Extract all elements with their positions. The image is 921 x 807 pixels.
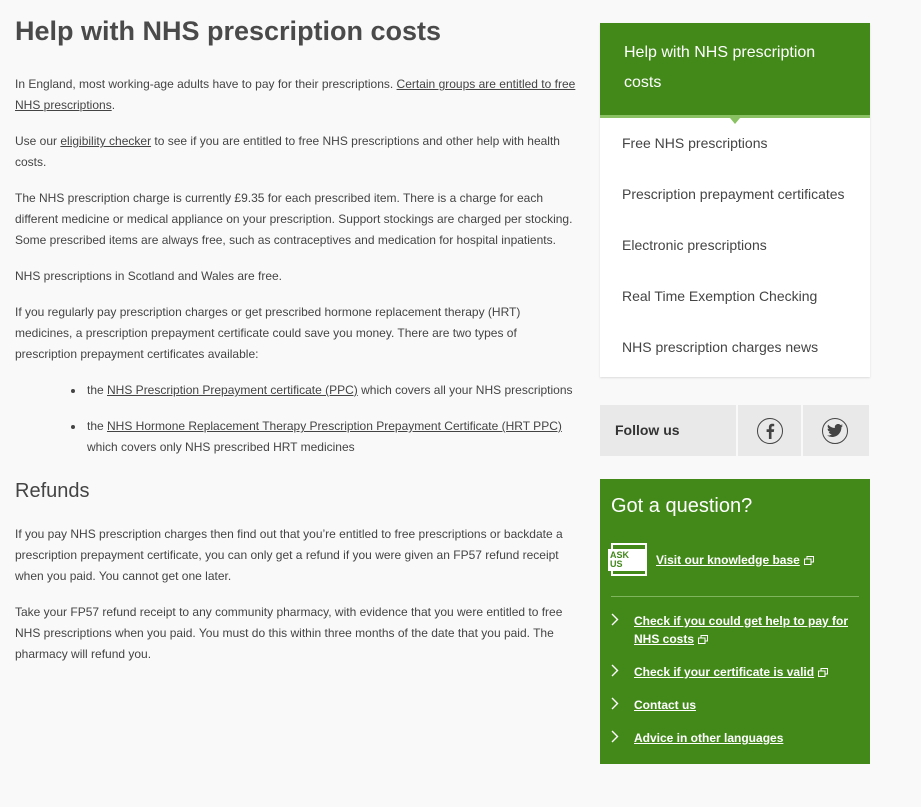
section-nav-title[interactable]: Help with NHS prescription costs bbox=[600, 23, 870, 124]
chevron-right-icon bbox=[611, 730, 619, 743]
knowledge-base-row: ASK US ? Visit our knowledge base bbox=[608, 543, 859, 576]
list-item: Advice in other languages bbox=[611, 729, 859, 747]
scotland-wales-paragraph: NHS prescriptions in Scotland and Wales … bbox=[15, 269, 283, 283]
nav-item-electronic-prescriptions[interactable]: Electronic prescriptions bbox=[600, 220, 870, 271]
charge-paragraph: The NHS prescription charge is currently… bbox=[15, 191, 573, 247]
nav-item-real-time-exemption[interactable]: Real Time Exemption Checking bbox=[600, 271, 870, 322]
certificate-valid-link[interactable]: Check if your certificate is valid bbox=[634, 665, 829, 679]
refund-paragraph-2: Take your FP57 refund receipt to any com… bbox=[15, 605, 563, 661]
chevron-right-icon bbox=[611, 697, 619, 710]
nav-item-prepayment-certificates[interactable]: Prescription prepayment certificates bbox=[600, 169, 870, 220]
list-item: Contact us bbox=[611, 696, 859, 714]
ppc-link[interactable]: NHS Prescription Prepayment certificate … bbox=[107, 383, 358, 397]
list-item: the NHS Hormone Replacement Therapy Pres… bbox=[71, 416, 580, 458]
prepayment-paragraph: If you regularly pay prescription charge… bbox=[15, 305, 521, 361]
external-link-icon bbox=[698, 635, 709, 644]
divider bbox=[611, 596, 859, 597]
twitter-icon bbox=[822, 417, 848, 444]
other-languages-link[interactable]: Advice in other languages bbox=[634, 731, 783, 745]
hrt-ppc-link[interactable]: NHS Hormone Replacement Therapy Prescrip… bbox=[107, 419, 562, 433]
list-item: Check if you could get help to pay for N… bbox=[611, 612, 859, 648]
nav-item-charges-news[interactable]: NHS prescription charges news bbox=[600, 322, 870, 373]
question-box: Got a question? ASK US ? Visit our knowl… bbox=[600, 479, 870, 764]
facebook-button[interactable] bbox=[738, 405, 803, 456]
knowledge-base-link[interactable]: Visit our knowledge base bbox=[656, 553, 814, 567]
refund-paragraph-1: If you pay NHS prescription charges then… bbox=[15, 527, 563, 583]
follow-us-label: Follow us bbox=[600, 405, 738, 456]
facebook-icon bbox=[756, 417, 783, 444]
section-nav: Help with NHS prescription costs Free NH… bbox=[600, 23, 870, 377]
eligibility-paragraph: Use our eligibility checker to see if yo… bbox=[15, 134, 560, 169]
follow-us-bar: Follow us bbox=[600, 405, 869, 456]
chevron-right-icon bbox=[611, 664, 619, 677]
ask-us-icon: ASK US ? bbox=[608, 543, 647, 576]
question-title: Got a question? bbox=[611, 495, 753, 517]
help-links: Check if you could get help to pay for N… bbox=[611, 612, 859, 747]
certificate-list: the NHS Prescription Prepayment certific… bbox=[71, 380, 580, 458]
page-title: Help with NHS prescription costs bbox=[15, 16, 442, 46]
help-pay-nhs-costs-link[interactable]: Check if you could get help to pay for N… bbox=[634, 614, 848, 646]
contact-us-link[interactable]: Contact us bbox=[634, 698, 696, 712]
main-content: Help with NHS prescription costs In Engl… bbox=[15, 14, 580, 680]
nav-item-free-prescriptions[interactable]: Free NHS prescriptions bbox=[600, 118, 870, 169]
external-link-icon bbox=[803, 555, 814, 565]
twitter-button[interactable] bbox=[803, 405, 867, 456]
list-item: the NHS Prescription Prepayment certific… bbox=[71, 380, 580, 401]
list-item: Check if your certificate is valid bbox=[611, 663, 859, 681]
external-link-icon bbox=[818, 668, 829, 677]
intro-paragraph: In England, most working-age adults have… bbox=[15, 77, 576, 112]
active-indicator-icon bbox=[730, 118, 740, 124]
refunds-heading: Refunds bbox=[15, 480, 90, 502]
chevron-right-icon bbox=[611, 613, 619, 626]
eligibility-checker-link[interactable]: eligibility checker bbox=[60, 134, 151, 148]
